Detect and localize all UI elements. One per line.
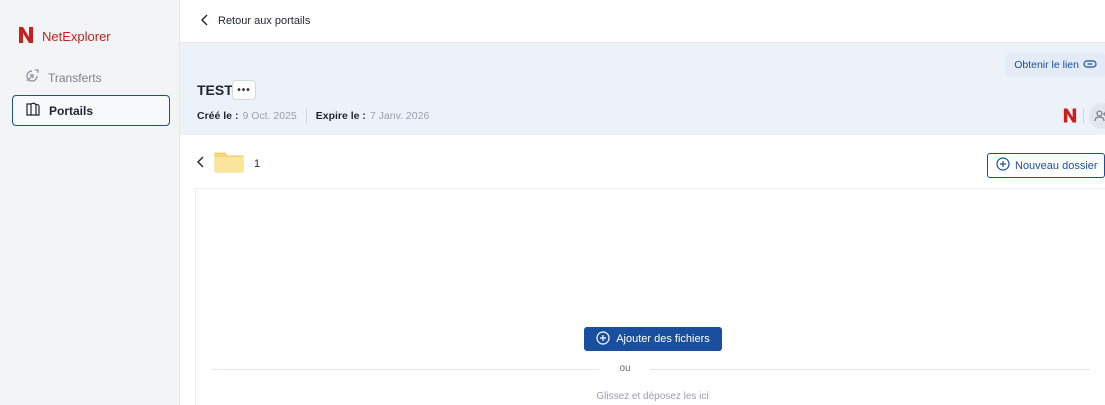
portal-header: Obtenir le lien TEST ••• Créé le : 9 Oct… (180, 43, 1105, 135)
add-user-icon (1094, 110, 1105, 122)
sidebar-item-label: Transferts (48, 70, 102, 85)
sidebar-item-label: Portails (49, 103, 94, 118)
divider (212, 369, 600, 370)
chevron-left-icon[interactable] (196, 155, 206, 172)
netexplorer-logo-icon (1063, 107, 1077, 127)
divider (305, 109, 307, 123)
portal-dates: Créé le : 9 Oct. 2025 Expire le : 7 Janv… (197, 109, 429, 123)
topbar: Retour aux portails (180, 0, 1105, 43)
divider (1083, 109, 1084, 123)
add-files-button[interactable]: Ajouter des fichiers (584, 327, 722, 351)
plus-circle-icon (596, 330, 610, 348)
new-folder-button[interactable]: Nouveau dossier (987, 153, 1105, 178)
back-to-portals-link[interactable]: Retour aux portails (218, 15, 310, 27)
plus-circle-icon (996, 157, 1010, 174)
brand[interactable]: NetExplorer (18, 26, 111, 47)
chevron-left-icon[interactable] (200, 14, 210, 29)
divider (650, 369, 1090, 370)
page-title: TEST (197, 82, 233, 98)
folder-name[interactable]: 1 (254, 158, 260, 170)
add-user-button[interactable] (1089, 103, 1105, 129)
new-folder-label: Nouveau dossier (1015, 159, 1098, 172)
get-link-label: Obtenir le lien (1014, 59, 1079, 71)
drag-drop-hint: Glissez et déposez les ici (596, 391, 709, 402)
created-value: 9 Oct. 2025 (242, 110, 297, 122)
created-label: Créé le : (197, 110, 239, 122)
or-label: ou (619, 363, 631, 374)
transfer-icon (24, 68, 40, 87)
expires-value: 7 Janv. 2026 (369, 110, 430, 122)
expires-label: Expire le : (315, 110, 366, 122)
sidebar: NetExplorer Transferts Portails (0, 0, 180, 405)
breadcrumb: 1 (196, 150, 260, 177)
folder-icon (214, 150, 244, 177)
sidebar-item-transferts[interactable]: Transferts (12, 62, 170, 93)
link-icon (1083, 59, 1097, 72)
brand-name: NetExplorer (42, 29, 111, 44)
add-files-label: Ajouter des fichiers (616, 333, 710, 345)
sidebar-item-portails[interactable]: Portails (12, 95, 170, 126)
portals-icon (25, 101, 41, 120)
get-link-button[interactable]: Obtenir le lien (1006, 53, 1105, 77)
more-options-button[interactable]: ••• (232, 80, 256, 100)
file-dropzone[interactable] (195, 188, 1105, 405)
netexplorer-logo-icon (18, 26, 34, 47)
